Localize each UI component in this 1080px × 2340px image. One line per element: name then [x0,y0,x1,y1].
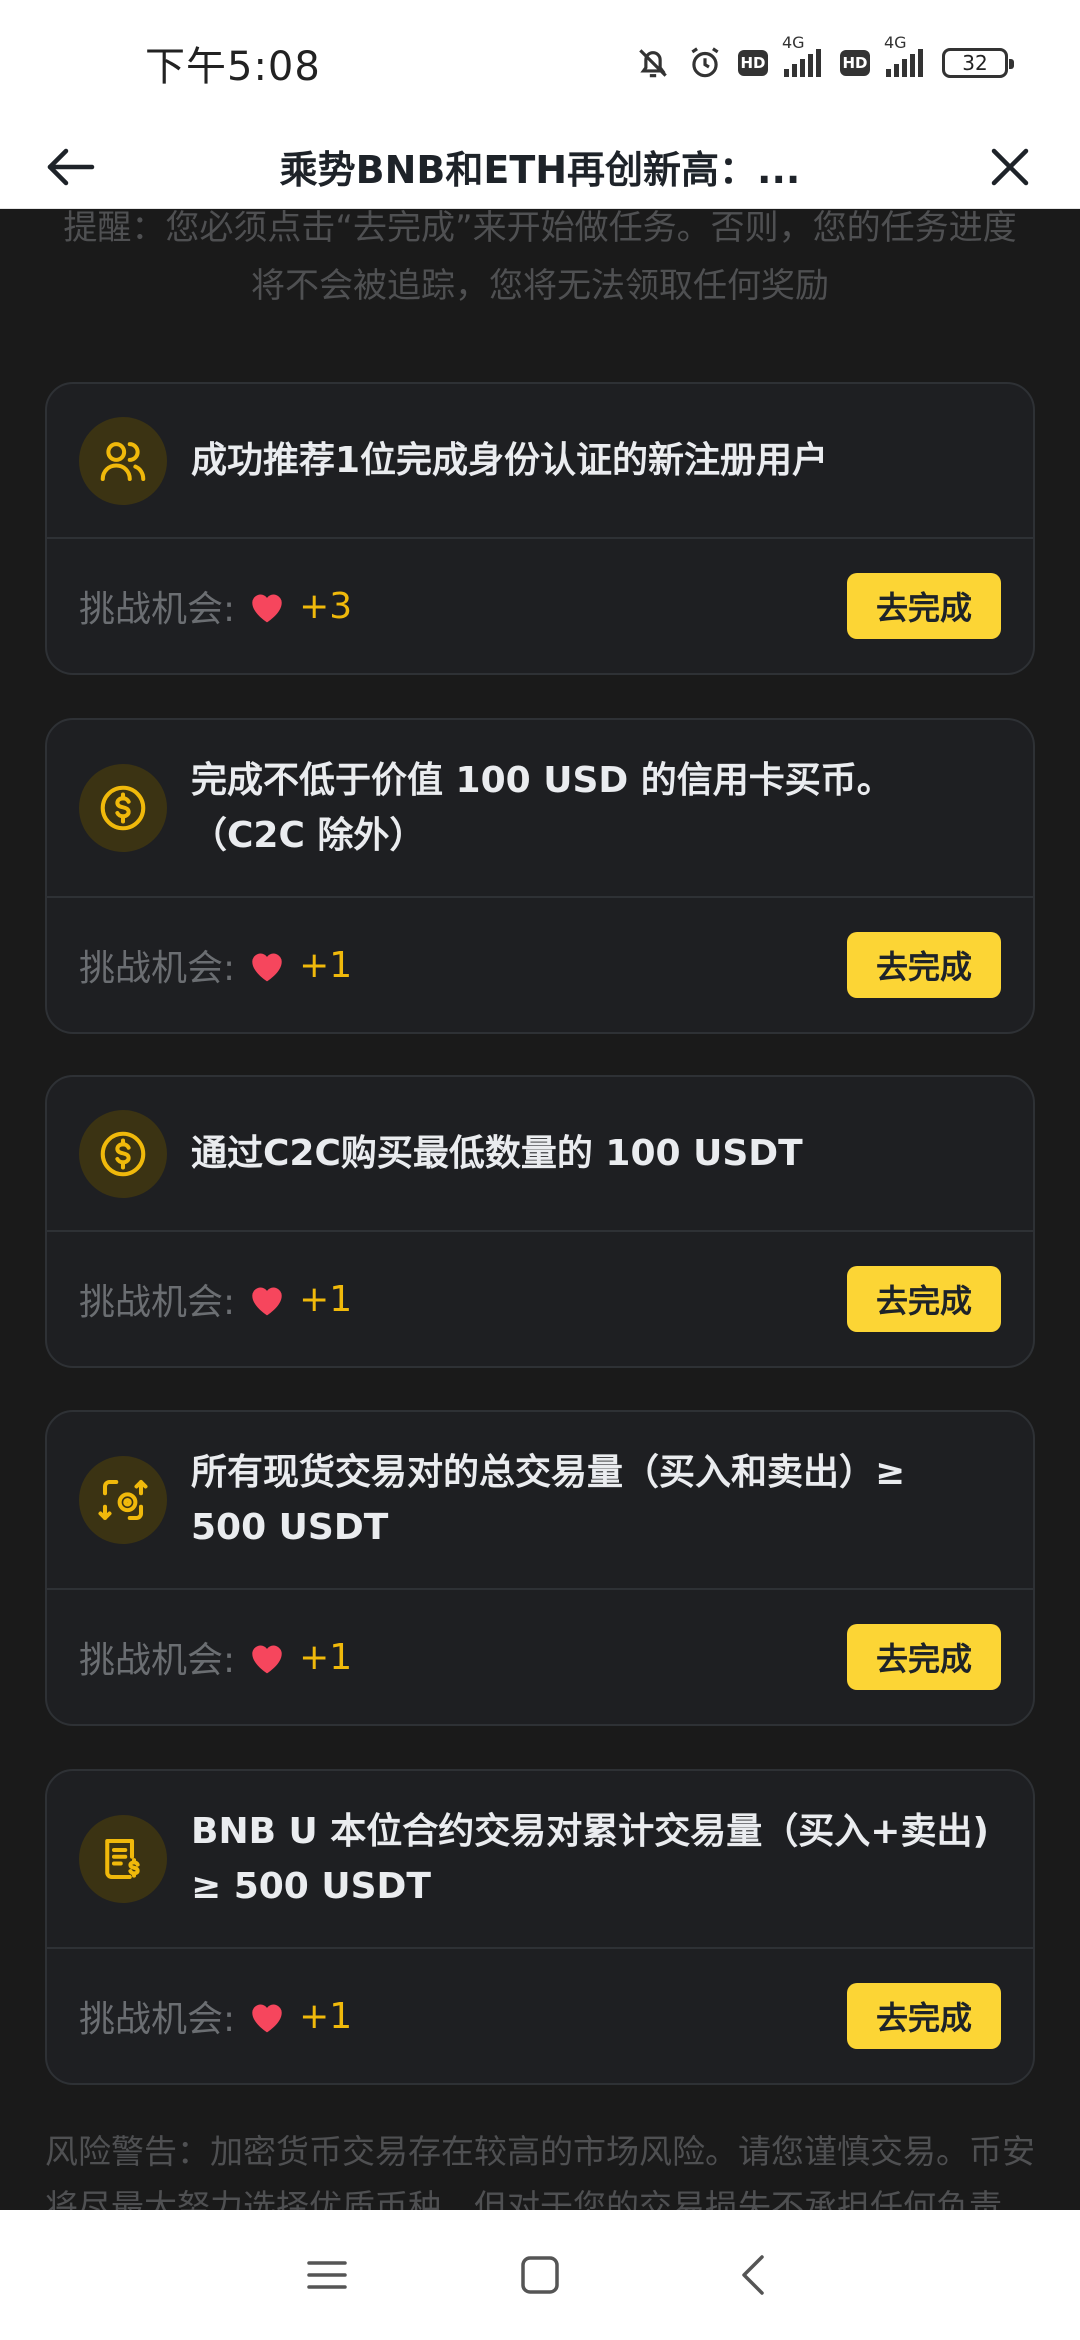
heart-icon [252,594,282,623]
chance-count: +1 [299,1278,353,1320]
go-complete-button[interactable]: 去完成 [847,573,1001,639]
go-complete-button[interactable]: 去完成 [847,1983,1001,2049]
heart-icon [252,1645,282,1674]
signal-icon: 4G [782,33,826,79]
task-description: BNB U 本位合约交易对累计交易量（买入+卖出) ≥ 500 USDT [191,1811,989,1907]
challenge-chance: 挑战机会: +1 [79,1990,352,2042]
challenge-chance: 挑战机会: +1 [79,1631,352,1683]
back-nav-button[interactable] [713,2235,793,2315]
top-nav: 乘势BNB和ETH再创新高：... [0,125,1080,209]
task-description: 所有现货交易对的总交易量（买入和卖出）≥ 500 USDT [191,1452,906,1548]
task-footer: 挑战机会: +1 去完成 [47,898,1033,1032]
heart-icon [252,953,282,982]
challenge-chance: 挑战机会: +1 [79,1273,352,1325]
back-button[interactable] [42,143,98,191]
go-complete-button[interactable]: 去完成 [847,932,1001,998]
home-button[interactable] [500,2235,580,2315]
task-header: 通过C2C购买最低数量的 100 USDT [47,1077,1033,1232]
exchange-icon [79,1456,167,1544]
task-footer: 挑战机会: +3 去完成 [47,539,1033,673]
status-icons: HD 4G HD 4G 32 [634,33,1014,82]
chance-label: 挑战机会: [79,1999,236,2040]
alarm-icon [686,44,724,82]
hd-badge: HD [840,49,870,76]
task-card: 所有现货交易对的总交易量（买入和卖出）≥ 500 USDT 挑战机会: +1 去… [45,1410,1035,1726]
close-button[interactable] [982,143,1038,191]
users-icon [79,416,167,505]
home-square-icon [521,2256,559,2294]
dollar-coin-icon [79,1109,167,1198]
menu-button[interactable] [287,2235,367,2315]
challenge-chance: 挑战机会: +1 [79,939,352,991]
network-type: 4G [884,32,907,52]
go-complete-button[interactable]: 去完成 [847,1624,1001,1690]
task-description: 通过C2C购买最低数量的 100 USDT [191,1133,803,1174]
task-card: BNB U 本位合约交易对累计交易量（买入+卖出) ≥ 500 USDT 挑战机… [45,1769,1035,2085]
close-icon [991,148,1029,186]
menu-icon [306,2261,347,2289]
dollar-coin-icon [79,764,167,852]
page: 下午5:08 HD 4G HD 4G 32 乘势BNB和ETH再创新高：... … [0,0,1080,2340]
chance-label: 挑战机会: [79,1282,236,1323]
chance-count: +3 [299,585,353,627]
hd-badge: HD [738,49,768,76]
page-title: 乘势BNB和ETH再创新高：... [279,148,801,192]
chance-count: +1 [299,944,353,986]
task-description: 成功推荐1位完成身份认证的新注册用户 [191,440,829,481]
arrow-left-icon [47,148,95,186]
task-card: 通过C2C购买最低数量的 100 USDT 挑战机会: +1 去完成 [45,1075,1035,1368]
bell-muted-icon [634,44,672,82]
chance-label: 挑战机会: [79,1640,236,1681]
chance-label: 挑战机会: [79,589,236,630]
task-header: 所有现货交易对的总交易量（买入和卖出）≥ 500 USDT [47,1412,1033,1590]
task-header: 完成不低于价值 100 USD 的信用卡买币。（C2C 除外） [47,720,1033,898]
task-footer: 挑战机会: +1 去完成 [47,1590,1033,1724]
task-content: 提醒：您必须点击“去完成”来开始做任务。否则，您的任务进度将不会被追踪，您将无法… [0,208,1080,2226]
network-type: 4G [782,32,805,52]
reminder-text: 提醒：您必须点击“去完成”来开始做任务。否则，您的任务进度将不会被追踪，您将无法… [63,208,1017,306]
task-card: 成功推荐1位完成身份认证的新注册用户 挑战机会: +3 去完成 [45,382,1035,675]
task-description: 完成不低于价值 100 USD 的信用卡买币。（C2C 除外） [191,760,893,856]
chance-count: +1 [299,1636,353,1678]
chance-label: 挑战机会: [79,948,236,989]
futures-doc-icon [79,1815,167,1903]
task-header: BNB U 本位合约交易对累计交易量（买入+卖出) ≥ 500 USDT [47,1771,1033,1949]
go-complete-button[interactable]: 去完成 [847,1266,1001,1332]
task-footer: 挑战机会: +1 去完成 [47,1949,1033,2083]
battery-indicator: 32 [942,47,1014,78]
signal-icon: 4G [884,33,928,79]
heart-icon [252,2004,282,2033]
task-card: 完成不低于价值 100 USD 的信用卡买币。（C2C 除外） 挑战机会: +1… [45,718,1035,1034]
task-footer: 挑战机会: +1 去完成 [47,1232,1033,1366]
task-header: 成功推荐1位完成身份认证的新注册用户 [47,384,1033,539]
challenge-chance: 挑战机会: +3 [79,580,352,632]
status-time: 下午5:08 [145,43,321,90]
chance-count: +1 [299,1995,353,2037]
heart-icon [252,1287,282,1316]
chevron-left-icon [742,2255,765,2295]
system-nav-bar [0,2210,1080,2340]
status-bar: 下午5:08 HD 4G HD 4G 32 [0,0,1080,125]
